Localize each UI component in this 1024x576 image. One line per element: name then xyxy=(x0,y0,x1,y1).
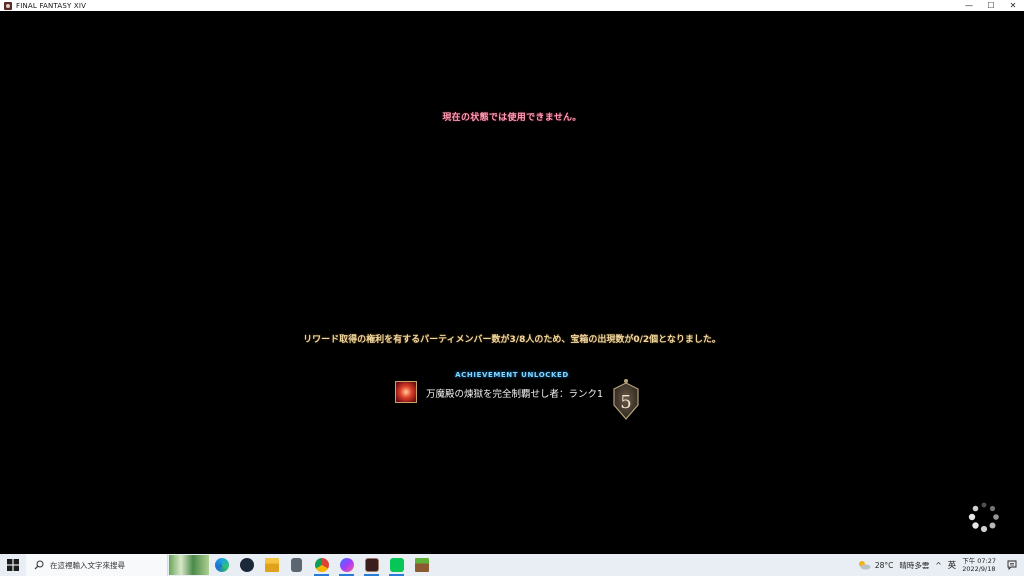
chrome-icon xyxy=(314,558,329,572)
notification-center-button[interactable] xyxy=(1004,554,1020,576)
weather-temperature[interactable]: 28°C xyxy=(875,561,894,570)
window-title-bar[interactable]: FINAL FANTASY XIV — ☐ ✕ xyxy=(0,0,1024,11)
start-button[interactable] xyxy=(0,554,26,576)
achievement-icon xyxy=(395,381,417,403)
search-highlight-image[interactable] xyxy=(169,555,209,575)
line-icon xyxy=(389,558,404,572)
taskbar-clock[interactable]: 下午 07:27 2022/9/18 xyxy=(962,557,996,573)
notification-icon xyxy=(1007,560,1017,570)
file-explorer-icon xyxy=(264,558,279,572)
calculator-icon xyxy=(291,558,302,572)
taskbar-messenger[interactable] xyxy=(334,554,359,576)
maximize-button[interactable]: ☐ xyxy=(980,0,1002,11)
taskbar-ffxiv[interactable] xyxy=(359,554,384,576)
edge-icon xyxy=(214,558,229,572)
taskbar-minecraft[interactable] xyxy=(409,554,434,576)
achievement-points: 5 xyxy=(620,392,631,413)
minecraft-icon xyxy=(414,558,429,572)
taskbar-steam[interactable] xyxy=(234,554,259,576)
clock-date: 2022/9/18 xyxy=(962,565,996,573)
window-controls: — ☐ ✕ xyxy=(958,0,1024,11)
window-title: FINAL FANTASY XIV xyxy=(16,1,87,10)
windows-logo-icon xyxy=(7,559,19,571)
taskbar-chrome[interactable] xyxy=(309,554,334,576)
clock-time: 下午 07:27 xyxy=(962,557,996,565)
achievement-header: ACHIEVEMENT UNLOCKED xyxy=(455,371,569,379)
taskbar-calculator[interactable] xyxy=(284,554,309,576)
search-icon xyxy=(34,560,44,570)
ffxiv-app-icon xyxy=(4,1,12,10)
system-tray: 28°C 晴時多雲 ^ 英 下午 07:27 2022/9/18 xyxy=(857,554,1024,576)
close-button[interactable]: ✕ xyxy=(1002,0,1024,11)
ffxiv-icon xyxy=(364,558,379,572)
error-message: 現在の状態では使用できません。 xyxy=(442,113,582,123)
game-viewport[interactable]: 現在の状態では使用できません。 リワード取得の権利を有するパーティメンバー数が3… xyxy=(0,11,1024,554)
minimize-button[interactable]: — xyxy=(958,0,980,11)
messenger-icon xyxy=(339,558,354,572)
weather-partly-cloudy-icon[interactable] xyxy=(857,560,871,570)
reward-message: リワード取得の権利を有するパーティメンバー数が3/8人のため、宝箱の出現数が0/… xyxy=(303,335,721,345)
taskbar-file-explorer[interactable] xyxy=(259,554,284,576)
search-placeholder: 在這裡輸入文字來搜尋 xyxy=(50,560,125,570)
achievement-points-badge-icon: 5 xyxy=(613,379,639,420)
taskbar-line[interactable] xyxy=(384,554,409,576)
ime-language-indicator[interactable]: 英 xyxy=(948,559,957,571)
achievement-name: 万魔殿の煉獄を完全制覇せし者：ランク1 xyxy=(426,389,604,400)
taskbar-search-box[interactable]: 在這裡輸入文字來搜尋 xyxy=(26,554,168,576)
taskbar-edge[interactable] xyxy=(209,554,234,576)
steam-icon xyxy=(239,558,254,572)
tray-overflow-chevron-icon[interactable]: ^ xyxy=(935,561,941,570)
weather-condition[interactable]: 晴時多雲 xyxy=(899,560,929,571)
taskbar: 在這裡輸入文字來搜尋 28°C 晴時多雲 ^ 英 下午 07:27 2022/9… xyxy=(0,554,1024,576)
loading-spinner-icon xyxy=(968,502,999,533)
